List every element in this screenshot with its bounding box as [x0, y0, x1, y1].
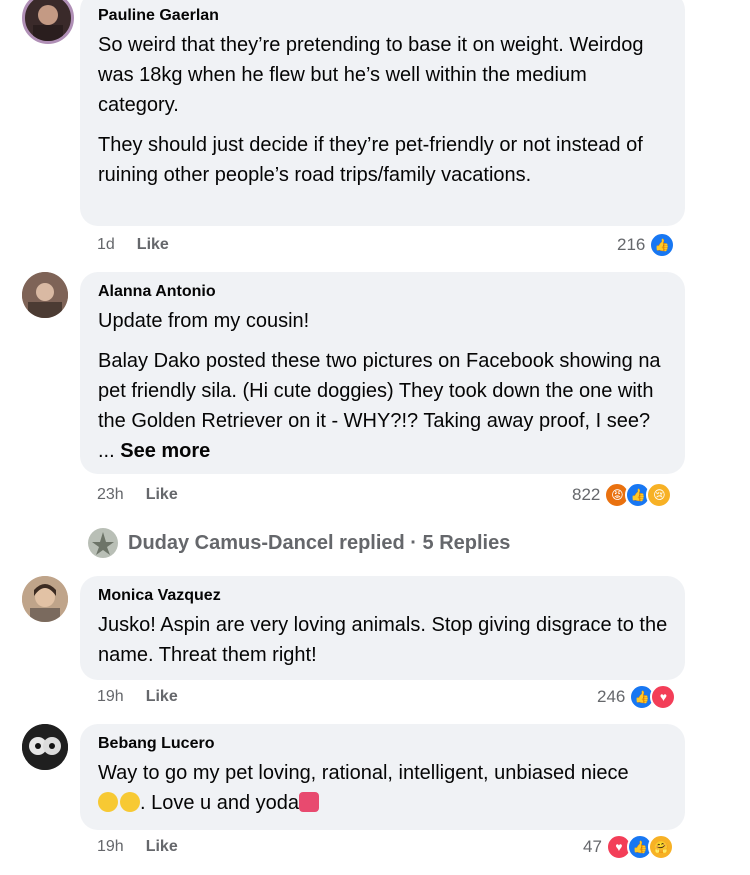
like-button[interactable]: Like [146, 838, 178, 856]
comment-text: Way to go my pet loving, rational, intel… [98, 762, 629, 784]
comment-text: So weird that they’re pretending to base… [98, 34, 644, 116]
avatar[interactable] [22, 272, 68, 318]
care-icon: 🤗 [647, 834, 674, 860]
comment-time[interactable]: 19h [97, 838, 124, 856]
reaction-summary[interactable]: 822 😡 👍 😢 [572, 482, 673, 508]
reaction-summary[interactable]: 216 👍 [617, 232, 676, 258]
avatar[interactable] [22, 0, 74, 44]
like-button[interactable]: Like [137, 236, 169, 254]
like-button[interactable]: Like [146, 688, 178, 706]
comment-meta: 19h Like [97, 838, 178, 856]
smile-emoji-icon [98, 792, 118, 812]
view-replies-link[interactable]: Duday Camus-Dancel replied · 5 Replies [88, 528, 510, 558]
comment-meta: 23h Like [97, 486, 178, 504]
reaction-count: 216 [617, 235, 646, 254]
like-icon: 👍 [649, 232, 676, 258]
see-more-link[interactable]: See more [120, 440, 210, 462]
reaction-count: 47 [583, 837, 602, 856]
comment-time[interactable]: 23h [97, 486, 124, 504]
comment-meta: 19h Like [97, 688, 178, 706]
comment-author[interactable]: Pauline Gaerlan [98, 6, 669, 26]
comment-text-with-more: Balay Dako posted these two pictures on … [98, 346, 669, 466]
comment-bubble: Monica Vazquez Jusko! Aspin are very lov… [80, 576, 685, 680]
comment-author[interactable]: Monica Vazquez [98, 586, 669, 606]
comment-author[interactable]: Alanna Antonio [98, 282, 669, 302]
comment-text-line: Way to go my pet loving, rational, intel… [98, 758, 669, 818]
grin-emoji-icon [120, 792, 140, 812]
comment-author[interactable]: Bebang Lucero [98, 734, 669, 754]
heart-emoji-icon [299, 792, 320, 812]
comment-meta: 1d Like [97, 236, 169, 254]
comment-time[interactable]: 1d [97, 236, 115, 254]
reaction-summary[interactable]: 47 ♥ 👍 🤗 [583, 834, 674, 860]
love-icon: ♥ [650, 684, 677, 710]
comment-time[interactable]: 19h [97, 688, 124, 706]
like-button[interactable]: Like [146, 486, 178, 504]
comment-text: . Love u and yoda [140, 792, 300, 814]
reaction-count: 246 [597, 687, 626, 706]
sad-icon: 😢 [646, 482, 673, 508]
comment-bubble: Alanna Antonio Update from my cousin! Ba… [80, 272, 685, 474]
avatar [88, 528, 118, 558]
comment-bubble: Pauline Gaerlan So weird that they’re pr… [80, 0, 685, 226]
comment-text: Update from my cousin! [98, 310, 310, 332]
comment-text: They should just decide if they’re pet-f… [98, 134, 643, 186]
avatar[interactable] [22, 576, 68, 622]
avatar[interactable] [22, 724, 68, 770]
reaction-count: 822 [572, 485, 601, 504]
comment-text: Jusko! Aspin are very loving animals. St… [98, 614, 668, 666]
reaction-summary[interactable]: 246 👍 ♥ [597, 684, 677, 710]
comment-bubble: Bebang Lucero Way to go my pet loving, r… [80, 724, 685, 830]
replied-text: Duday Camus-Dancel replied · 5 Replies [128, 531, 511, 554]
